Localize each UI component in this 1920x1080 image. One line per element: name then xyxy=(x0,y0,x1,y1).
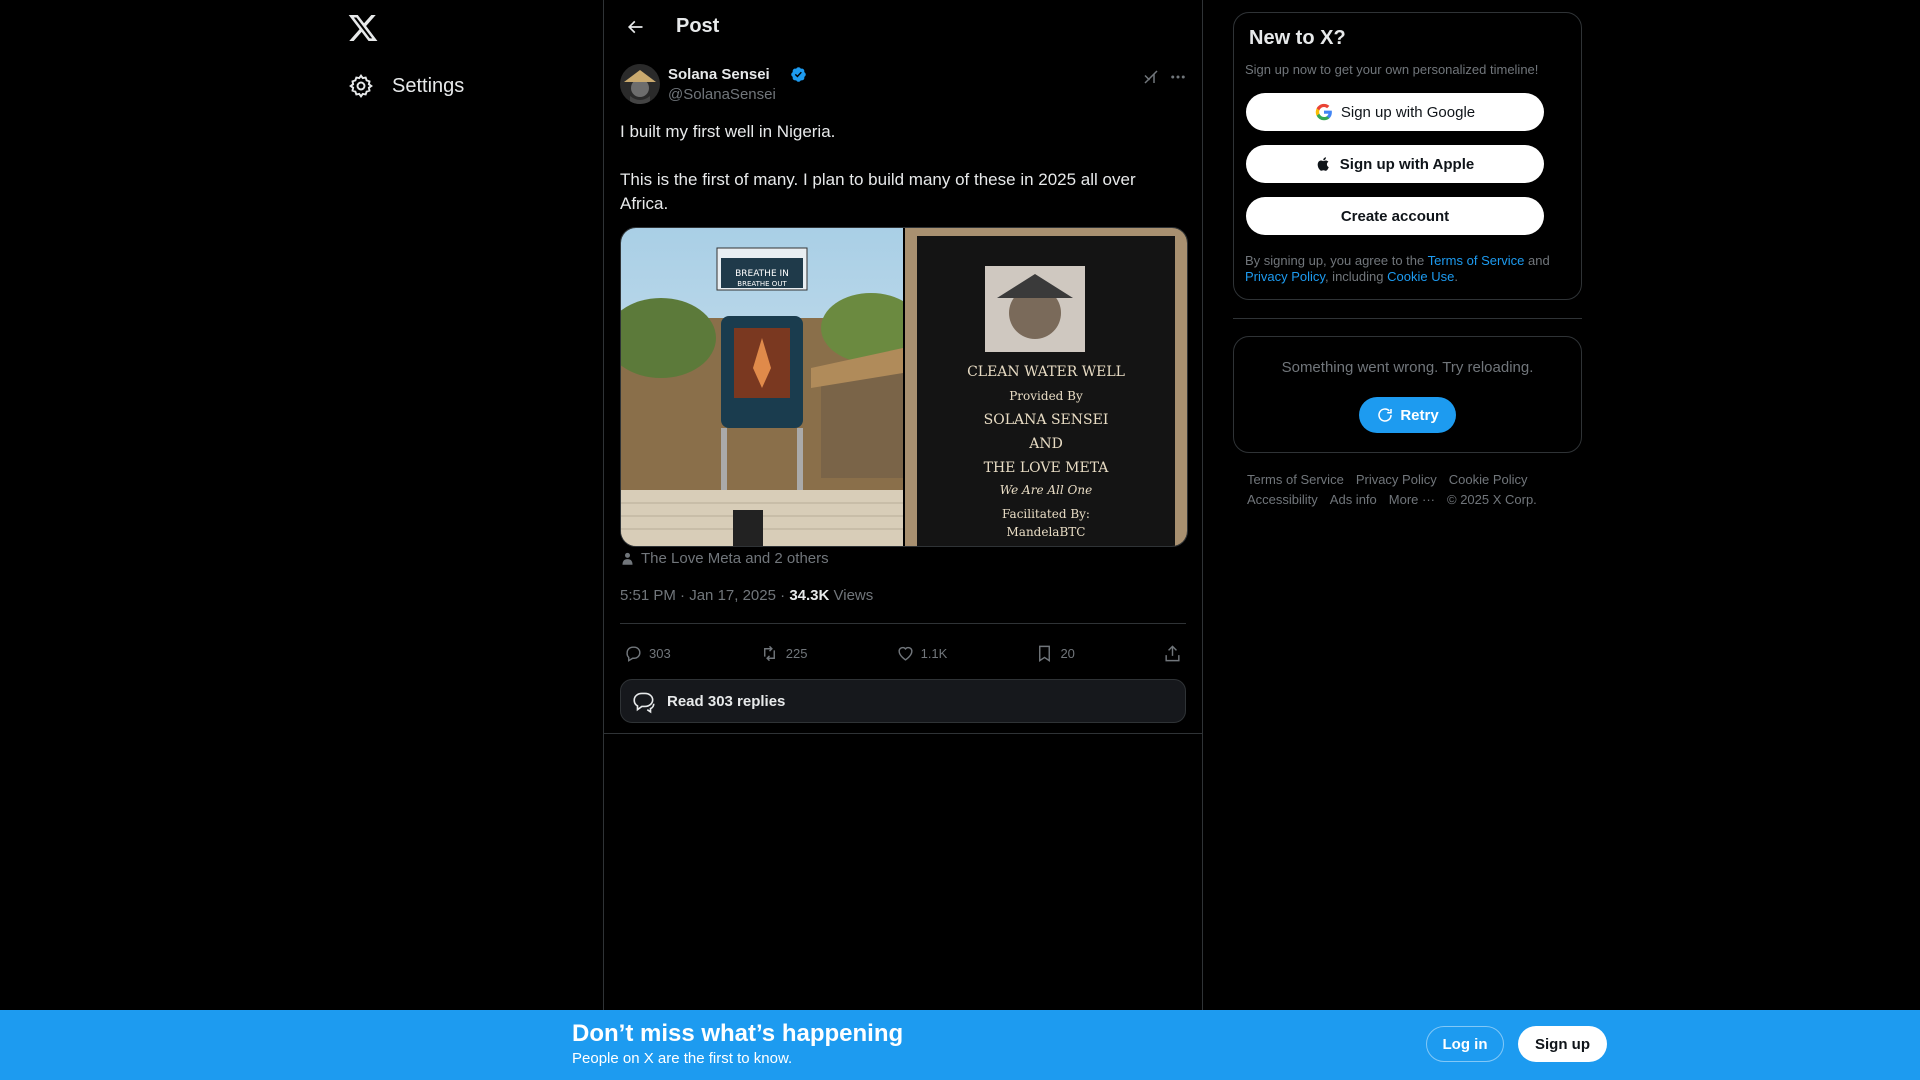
meta-separator: · xyxy=(780,587,786,604)
plaque-line-2: Provided By xyxy=(1009,389,1083,403)
nav-settings-link[interactable]: Settings xyxy=(340,68,472,104)
plaque-line-8: MandelaBTC xyxy=(1007,525,1086,539)
avatar[interactable] xyxy=(620,64,660,104)
nav-settings-label: Settings xyxy=(392,74,465,97)
post-header: Post xyxy=(604,0,1202,53)
author-name[interactable]: Solana Sensei xyxy=(668,66,770,83)
create-account-button[interactable]: Create account xyxy=(1246,197,1544,235)
footer-terms-link[interactable]: Terms of Service xyxy=(1247,470,1344,490)
signup-title: New to X? xyxy=(1249,27,1346,49)
signup-apple-label: Sign up with Apple xyxy=(1339,155,1475,173)
signup-google-button[interactable]: Sign up with Google xyxy=(1246,93,1544,131)
views-label: Views xyxy=(833,587,874,604)
chat-bubbles-icon xyxy=(631,688,657,714)
meta-separator: · xyxy=(680,587,686,604)
plaque-line-3: SOLANA SENSEI xyxy=(984,412,1109,428)
login-button[interactable]: Log in xyxy=(1426,1026,1504,1062)
plaque-line-1: CLEAN WATER WELL xyxy=(967,364,1125,380)
tweet-text: I built my first well in Nigeria. This i… xyxy=(620,122,1136,213)
media-image-plaque[interactable]: CLEAN WATER WELL Provided By SOLANA SENS… xyxy=(905,228,1187,546)
post-date[interactable]: Jan 17, 2025 xyxy=(689,587,776,604)
bottom-bar-subtitle: People on X are the first to know. xyxy=(572,1050,793,1067)
legal-and: and xyxy=(1524,253,1550,268)
reply-icon xyxy=(624,644,643,663)
repost-count: 225 xyxy=(785,645,808,661)
bookmark-icon xyxy=(1035,644,1054,663)
footer-cookie-link[interactable]: Cookie Policy xyxy=(1449,470,1528,490)
footer-links: Terms of Service Privacy Policy Cookie P… xyxy=(1247,470,1577,510)
footer-accessibility-link[interactable]: Accessibility xyxy=(1247,490,1318,510)
read-replies-button[interactable]: Read 303 replies xyxy=(620,679,1186,723)
divider xyxy=(604,733,1202,734)
bottom-bar-title: Don’t miss what’s happening xyxy=(572,1020,904,1047)
plaque-line-4: AND xyxy=(1028,436,1063,452)
divider xyxy=(1233,318,1582,319)
author-handle[interactable]: @SolanaSensei xyxy=(668,86,776,103)
heart-icon xyxy=(896,644,915,663)
footer-copyright: © 2025 X Corp. xyxy=(1447,492,1537,507)
footer-more-button[interactable]: More ··· xyxy=(1389,490,1435,510)
footer-privacy-link[interactable]: Privacy Policy xyxy=(1356,470,1437,490)
legal-including: , including xyxy=(1324,269,1388,284)
footer-ads-info-link[interactable]: Ads info xyxy=(1330,490,1377,510)
repost-icon xyxy=(759,644,780,663)
retry-button[interactable]: Retry xyxy=(1359,397,1456,433)
signup-apple-button[interactable]: Sign up with Apple xyxy=(1246,145,1544,183)
signup-legal-text: By signing up, you agree to the Terms of… xyxy=(1245,253,1565,285)
media-image-water-tank[interactable]: BREATHE IN BREATHE OUT xyxy=(621,228,903,546)
more-options-button[interactable] xyxy=(1167,66,1189,88)
timestamp-row: 5:51 PM · Jan 17, 2025 · 34.3K Views xyxy=(620,587,873,604)
tweet-actions: 303 225 1.1K 20 xyxy=(620,623,1186,682)
signup-subtitle: Sign up now to get your own personalized… xyxy=(1245,62,1539,77)
signup-card: New to X? Sign up now to get your own pe… xyxy=(1233,12,1582,300)
left-navigation: Settings xyxy=(0,0,603,1010)
legal-end: . xyxy=(1454,269,1458,284)
grok-button[interactable] xyxy=(1140,66,1162,88)
bottom-signup-bar: Don’t miss what’s happening People on X … xyxy=(0,1010,1920,1080)
bookmark-count: 20 xyxy=(1060,645,1075,661)
google-icon xyxy=(1315,103,1333,121)
main-column: Post Solana Sensei @SolanaSensei I built… xyxy=(603,0,1203,1010)
retry-label: Retry xyxy=(1400,406,1439,424)
terms-of-service-link[interactable]: Terms of Service xyxy=(1428,253,1525,268)
cookie-use-link[interactable]: Cookie Use xyxy=(1387,269,1454,284)
tank-sign-line1: BREATHE IN xyxy=(735,269,789,279)
grok-icon xyxy=(1142,68,1160,86)
tweet-media[interactable]: BREATHE IN BREATHE OUT CLEAN WATER WELL … xyxy=(620,227,1188,547)
like-count: 1.1K xyxy=(920,645,948,661)
read-replies-label: Read 303 replies xyxy=(667,692,786,710)
tagged-users-label: The Love Meta and 2 others xyxy=(641,550,829,567)
reply-button[interactable]: 303 xyxy=(620,644,675,663)
error-message: Something went wrong. Try reloading. xyxy=(1281,359,1534,376)
create-account-label: Create account xyxy=(1340,207,1450,225)
person-icon xyxy=(620,551,635,566)
refresh-icon xyxy=(1376,406,1394,424)
tagged-users[interactable]: The Love Meta and 2 others xyxy=(620,550,829,567)
share-button[interactable] xyxy=(1159,644,1186,663)
x-logo-icon[interactable] xyxy=(346,12,380,44)
plaque-line-5: THE LOVE META xyxy=(984,460,1110,476)
plaque-line-6: We Are All One xyxy=(1000,483,1092,497)
views-count: 34.3K xyxy=(789,587,830,604)
back-button[interactable] xyxy=(620,12,650,42)
error-card: Something went wrong. Try reloading. Ret… xyxy=(1233,336,1582,453)
page-title: Post xyxy=(676,15,720,37)
signup-button[interactable]: Sign up xyxy=(1518,1026,1607,1062)
plaque-line-7: Facilitated By: xyxy=(1002,507,1090,521)
more-horizontal-icon xyxy=(1169,68,1187,86)
like-button[interactable]: 1.1K xyxy=(892,644,952,663)
repost-button[interactable]: 225 xyxy=(755,644,812,663)
share-icon xyxy=(1163,644,1182,663)
post-time[interactable]: 5:51 PM xyxy=(620,587,676,604)
gear-icon xyxy=(348,73,374,99)
bookmark-button[interactable]: 20 xyxy=(1031,644,1078,663)
legal-prefix: By signing up, you agree to the xyxy=(1245,253,1428,268)
apple-icon xyxy=(1316,155,1332,173)
privacy-policy-link[interactable]: Privacy Policy xyxy=(1245,269,1325,284)
reply-count: 303 xyxy=(649,645,671,661)
tank-sign-line2: BREATHE OUT xyxy=(737,280,787,288)
verified-badge-icon xyxy=(790,66,807,83)
arrow-left-icon xyxy=(625,17,645,37)
signup-google-label: Sign up with Google xyxy=(1340,103,1476,121)
